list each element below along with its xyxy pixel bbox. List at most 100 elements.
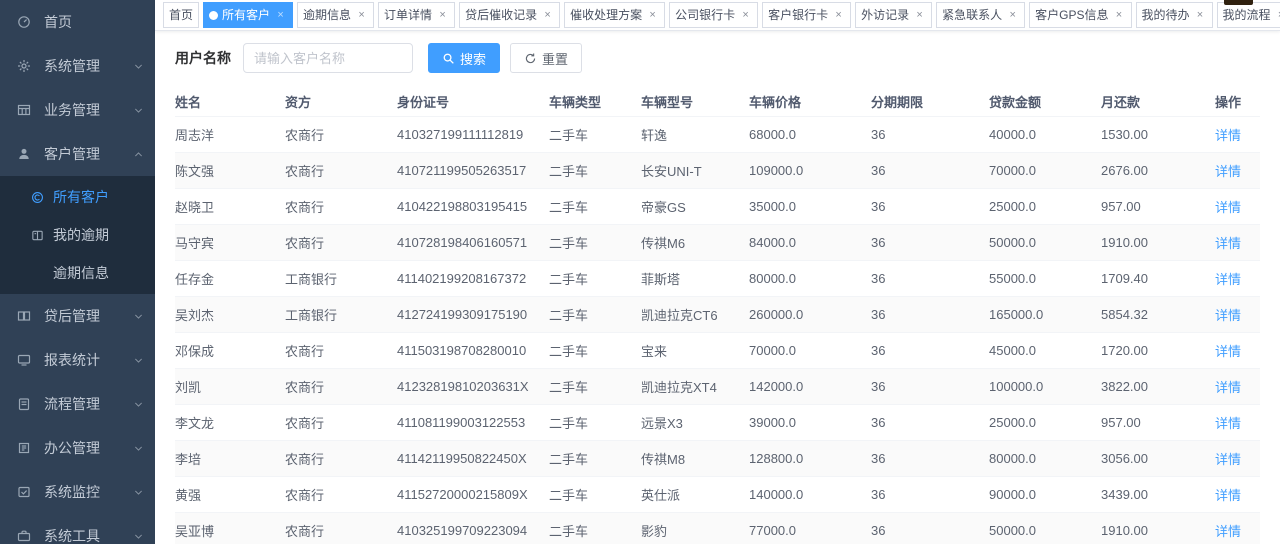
tab-item[interactable]: 我的待办× <box>1136 2 1213 28</box>
table-cell: 二手车 <box>549 297 641 333</box>
tab-close-icon[interactable]: × <box>646 9 659 22</box>
detail-link[interactable]: 详情 <box>1215 416 1241 431</box>
tab-item[interactable]: 订单详情× <box>378 2 455 28</box>
tab-close-icon[interactable]: × <box>1006 9 1019 22</box>
tab-close-icon[interactable]: × <box>913 9 926 22</box>
table-cell: 100000.0 <box>989 369 1101 405</box>
table-cell: 邓保成 <box>175 333 285 369</box>
detail-link[interactable]: 详情 <box>1215 308 1241 323</box>
sidebar-menu: 首页系统管理业务管理客户管理所有客户我的逾期逾期信息贷后管理报表统计流程管理办公… <box>0 0 155 544</box>
table-cell: 二手车 <box>549 117 641 153</box>
sidebar-item[interactable]: 业务管理 <box>0 88 155 132</box>
table-cell: 二手车 <box>549 405 641 441</box>
chevron-down-icon <box>133 486 145 498</box>
table-row: 吴刘杰工商银行412724199309175190二手车凯迪拉克CT626000… <box>175 297 1260 333</box>
table-cell: 80000.0 <box>989 441 1101 477</box>
tab-close-icon[interactable]: × <box>1194 9 1207 22</box>
tab-close-icon[interactable]: × <box>832 9 845 22</box>
detail-link[interactable]: 详情 <box>1215 488 1241 503</box>
sidebar-item[interactable]: 办公管理 <box>0 426 155 470</box>
tab-close-icon[interactable]: × <box>436 9 449 22</box>
tab-item[interactable]: 客户银行卡× <box>762 2 851 28</box>
table-cell: 农商行 <box>285 333 397 369</box>
detail-link[interactable]: 详情 <box>1215 236 1241 251</box>
sidebar-item[interactable]: 系统工具 <box>0 514 155 544</box>
customer-name-input[interactable] <box>243 43 413 73</box>
search-button[interactable]: 搜索 <box>428 43 500 73</box>
action-cell: 详情 <box>1215 477 1260 513</box>
sidebar-item[interactable]: 客户管理 <box>0 132 155 176</box>
table-cell: 英仕派 <box>641 477 749 513</box>
customer-icon <box>16 146 32 162</box>
sidebar-subitem[interactable]: 逾期信息 <box>0 254 155 292</box>
tab-close-icon[interactable]: × <box>1275 9 1280 22</box>
tab-item[interactable]: 客户GPS信息× <box>1029 2 1131 28</box>
sidebar-item-label: 业务管理 <box>44 100 133 120</box>
gear-icon <box>16 58 32 74</box>
table-cell: 957.00 <box>1101 189 1215 225</box>
tab-item[interactable]: 外访记录× <box>855 2 932 28</box>
sidebar-item[interactable]: 系统管理 <box>0 44 155 88</box>
tab-close-icon[interactable]: × <box>541 9 554 22</box>
table-cell: 36 <box>871 333 989 369</box>
detail-link[interactable]: 详情 <box>1215 452 1241 467</box>
action-cell: 详情 <box>1215 189 1260 225</box>
sidebar-item[interactable]: 系统监控 <box>0 470 155 514</box>
tab-item[interactable]: 紧急联系人 × <box>936 2 1025 28</box>
tab-item[interactable]: 逾期信息× <box>297 2 374 28</box>
detail-link[interactable]: 详情 <box>1215 344 1241 359</box>
tab-label: 紧急联系人 <box>942 9 1002 21</box>
icon-spacer <box>30 266 44 280</box>
sidebar-subitem[interactable]: 所有客户 <box>0 178 155 216</box>
tab-item[interactable]: 贷后催收记录× <box>459 2 560 28</box>
chevron-up-icon <box>133 148 145 160</box>
table-cell: 二手车 <box>549 477 641 513</box>
table-cell: 刘凯 <box>175 369 285 405</box>
table-cell: 410728198406160571 <box>397 225 549 261</box>
table-cell: 帝豪GS <box>641 189 749 225</box>
tab-item[interactable]: 首页 <box>163 2 199 28</box>
tab-item[interactable]: 公司银行卡 × <box>669 2 758 28</box>
postloan-icon <box>16 308 32 324</box>
table-cell: 宝来 <box>641 333 749 369</box>
column-header: 资方 <box>285 86 397 117</box>
tab-item[interactable]: 我的流程× <box>1217 2 1280 28</box>
table-cell: 55000.0 <box>989 261 1101 297</box>
tab-close-icon[interactable]: × <box>355 9 368 22</box>
tab-item[interactable]: 所有客户× <box>203 2 293 28</box>
sidebar-subitem[interactable]: 我的逾期 <box>0 216 155 254</box>
table-cell: 菲斯塔 <box>641 261 749 297</box>
sidebar-item[interactable]: 贷后管理 <box>0 294 155 338</box>
table-cell: 165000.0 <box>989 297 1101 333</box>
sidebar-item[interactable]: 流程管理 <box>0 382 155 426</box>
tab-close-icon[interactable]: × <box>739 9 752 22</box>
sidebar-item[interactable]: 首页 <box>0 0 155 44</box>
table-cell: 35000.0 <box>749 189 871 225</box>
table-cell: 45000.0 <box>989 333 1101 369</box>
search-field-label: 用户名称 <box>175 48 231 68</box>
detail-link[interactable]: 详情 <box>1215 128 1241 143</box>
reset-button[interactable]: 重置 <box>510 43 582 73</box>
detail-link[interactable]: 详情 <box>1215 272 1241 287</box>
copyright-icon <box>30 190 44 204</box>
detail-link[interactable]: 详情 <box>1215 164 1241 179</box>
tabs-bar: 首页所有客户×逾期信息×订单详情×贷后催收记录×催收处理方案×公司银行卡×客户银… <box>155 0 1280 31</box>
tab-label: 公司银行卡 <box>675 9 735 21</box>
detail-link[interactable]: 详情 <box>1215 200 1241 215</box>
tab-close-icon[interactable]: × <box>274 9 287 22</box>
table-row: 李培农商行41142119950822450X二手车传祺M8128800.036… <box>175 441 1260 477</box>
tab-close-icon[interactable]: × <box>1113 9 1126 22</box>
column-header: 月还款 <box>1101 86 1215 117</box>
detail-link[interactable]: 详情 <box>1215 380 1241 395</box>
avatar-sliver <box>1224 0 1253 5</box>
action-cell: 详情 <box>1215 441 1260 477</box>
table-cell: 农商行 <box>285 117 397 153</box>
table-cell: 84000.0 <box>749 225 871 261</box>
table-cell: 农商行 <box>285 441 397 477</box>
tab-item[interactable]: 催收处理方案× <box>564 2 665 28</box>
table-cell: 41232819810203631X <box>397 369 549 405</box>
detail-link[interactable]: 详情 <box>1215 524 1241 539</box>
table-cell: 2676.00 <box>1101 153 1215 189</box>
sidebar-item[interactable]: 报表统计 <box>0 338 155 382</box>
sidebar-item-label: 流程管理 <box>44 394 133 414</box>
